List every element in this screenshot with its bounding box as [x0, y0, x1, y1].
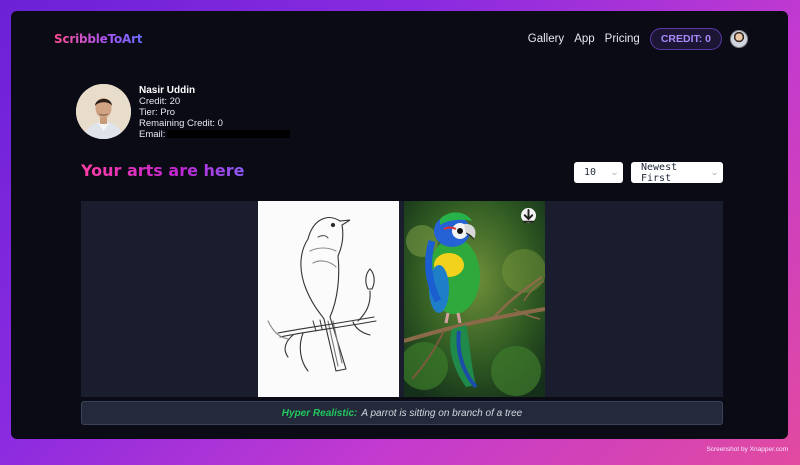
nav-app-link[interactable]: App: [574, 33, 594, 45]
profile-remaining-credit: Remaining Credit: 0: [139, 118, 223, 129]
art-prompt-text: A parrot is sitting on branch of a tree: [361, 407, 523, 419]
nav-gallery-link[interactable]: Gallery: [528, 33, 564, 45]
profile-tier: Tier: Pro: [139, 107, 176, 118]
art-style-label: Hyper Realistic:: [281, 407, 358, 419]
profile-name: Nasir Uddin: [139, 85, 196, 96]
profile-email-row: Email:: [139, 129, 359, 140]
profile-email-label: Email:: [139, 129, 166, 140]
page-size-value: 10: [584, 167, 597, 178]
download-icon: [523, 208, 534, 223]
app-window: ScribbleToArt Gallery App Pricing CREDIT…: [11, 11, 788, 439]
screenshot-watermark: Screenshot by Xnapper.com: [706, 446, 788, 453]
profile-credit: Credit: 20: [139, 96, 181, 107]
page-size-select[interactable]: 10 ⌵: [574, 162, 623, 183]
gallery-title: Your arts are here: [81, 161, 245, 180]
chevron-down-icon: ⌵: [612, 168, 617, 177]
top-nav: ScribbleToArt Gallery App Pricing CREDIT…: [11, 11, 788, 67]
download-button[interactable]: [521, 208, 536, 223]
email-redaction: [167, 130, 291, 139]
profile-avatar: [76, 84, 131, 139]
nav-pricing-link[interactable]: Pricing: [605, 33, 640, 45]
credit-badge[interactable]: CREDIT: 0: [649, 28, 722, 50]
art-gallery: [81, 201, 723, 397]
generated-art-image: [404, 201, 545, 397]
profile-info: Nasir Uddin Credit: 20 Tier: Pro Remaini…: [139, 85, 359, 140]
chevron-down-icon: ⌵: [712, 168, 717, 177]
app-logo[interactable]: ScribbleToArt: [54, 32, 143, 46]
nav-links: Gallery App Pricing CREDIT: 0: [518, 28, 748, 50]
sketch-image: [258, 201, 399, 397]
sort-value: Newest First: [641, 161, 678, 184]
user-avatar[interactable]: [730, 30, 748, 48]
sort-select[interactable]: Newest First ⌵: [631, 161, 723, 184]
art-caption: Hyper Realistic: A parrot is sitting on …: [81, 401, 723, 425]
